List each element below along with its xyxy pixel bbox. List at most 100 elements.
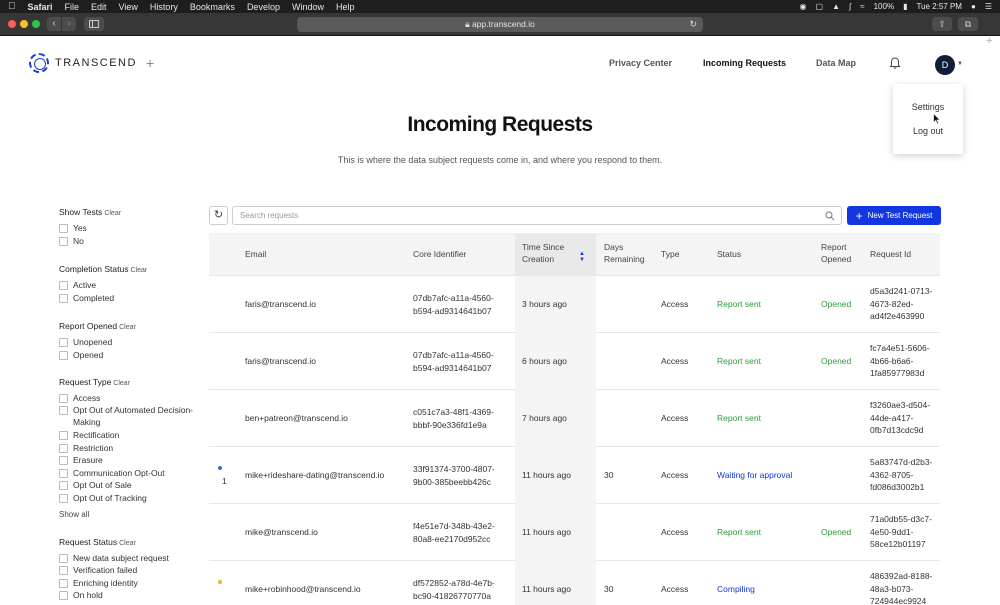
menu-history[interactable]: History	[150, 2, 178, 12]
col-header-email[interactable]: Email	[245, 248, 266, 260]
filter-option-access[interactable]: Access	[59, 393, 199, 404]
checkbox[interactable]	[59, 456, 68, 465]
col-header-type[interactable]: Type	[661, 248, 679, 260]
back-arrow-icon[interactable]: ‹	[47, 17, 61, 31]
checkbox[interactable]	[59, 444, 68, 453]
checkbox[interactable]	[59, 431, 68, 440]
filter-clear-completion-status[interactable]: Clear	[130, 267, 147, 274]
apple-icon[interactable]: 	[8, 1, 16, 12]
table-row[interactable]: mike+robinhood@transcend.io df572852-a78…	[209, 561, 940, 605]
menu-window[interactable]: Window	[292, 2, 324, 12]
search-input[interactable]	[240, 210, 810, 221]
filter-option-on-hold[interactable]: On hold	[59, 590, 199, 601]
checkbox[interactable]	[59, 338, 68, 347]
window-minimize-button[interactable]	[20, 20, 28, 28]
nav-incoming-requests[interactable]: Incoming Requests	[703, 58, 786, 68]
nav-data-map[interactable]: Data Map	[816, 58, 856, 68]
filter-option-opt-out-of-tracking[interactable]: Opt Out of Tracking	[59, 493, 199, 504]
checkbox[interactable]	[59, 469, 68, 478]
table-row[interactable]: mike@transcend.io f4e51e7d-348b-43e2- 80a…	[209, 504, 940, 561]
table-row[interactable]: faris@transcend.io 07db7afc-a11a-4560- b5…	[209, 333, 940, 390]
search-icon[interactable]	[825, 211, 835, 221]
transcend-logo[interactable]: TRANSCEND +	[29, 53, 154, 73]
menu-edit[interactable]: Edit	[91, 2, 107, 12]
menu-settings[interactable]: Settings	[893, 102, 963, 112]
add-plus-icon[interactable]: +	[146, 55, 154, 71]
filter-clear-show-tests[interactable]: Clear	[104, 210, 121, 217]
bell-icon[interactable]	[888, 56, 902, 70]
filter-option-completed[interactable]: Completed	[59, 293, 199, 304]
nav-privacy-center[interactable]: Privacy Center	[609, 58, 672, 68]
status-drive-icon[interactable]: ▲	[832, 2, 840, 11]
window-close-button[interactable]	[8, 20, 16, 28]
table-row[interactable]: 1 mike+rideshare-dating@transcend.io 33f…	[209, 447, 940, 504]
col-header-request-id[interactable]: Request Id	[870, 248, 911, 260]
table-row[interactable]: ben+patreon@transcend.io c051c7a3-48f1-4…	[209, 390, 940, 447]
new-test-request-button[interactable]: + New Test Request	[847, 206, 941, 225]
filter-option-yes[interactable]: Yes	[59, 223, 199, 234]
refresh-button[interactable]: ↻	[209, 206, 228, 225]
window-zoom-button[interactable]	[32, 20, 40, 28]
share-button[interactable]: ⇧	[932, 17, 952, 31]
filter-option-opt-out-automated-decision-making[interactable]: Opt Out of Automated Decision-Making	[45, 405, 195, 428]
filter-option-opt-out-of-sale[interactable]: Opt Out of Sale	[59, 480, 199, 491]
checkbox[interactable]	[59, 224, 68, 233]
sidebar-toggle-button[interactable]	[84, 17, 104, 31]
filter-clear-report-opened[interactable]: Clear	[119, 324, 136, 331]
col-header-days-remaining[interactable]: Days Remaining	[604, 241, 645, 265]
checkbox[interactable]	[59, 394, 68, 403]
battery-icon[interactable]: ▮	[903, 2, 907, 11]
checkbox[interactable]	[59, 494, 68, 503]
checkbox[interactable]	[59, 351, 68, 360]
forward-arrow-icon[interactable]: ›	[61, 17, 76, 31]
filter-clear-request-status[interactable]: Clear	[119, 540, 136, 547]
filter-option-new-data-subject-request[interactable]: New data subject request	[59, 553, 199, 564]
menu-bookmarks[interactable]: Bookmarks	[190, 2, 235, 12]
filter-option-communication-opt-out[interactable]: Communication Opt-Out	[59, 468, 199, 479]
status-screen-icon[interactable]: ▢	[816, 2, 824, 11]
filter-option-opened[interactable]: Opened	[59, 350, 199, 361]
filter-option-erasure[interactable]: Erasure	[59, 455, 199, 466]
filter-option-verification-failed[interactable]: Verification failed	[59, 565, 199, 576]
checkbox[interactable]	[59, 481, 68, 490]
checkbox[interactable]	[59, 294, 68, 303]
checkbox[interactable]	[59, 591, 68, 600]
control-center-icon[interactable]: ☰	[985, 2, 992, 11]
col-header-time-since-creation[interactable]: Time Since Creation	[522, 241, 564, 265]
address-bar[interactable]: 🔒︎ app.transcend.io ↻	[297, 17, 703, 32]
menu-view[interactable]: View	[119, 2, 138, 12]
show-all-request-types-link[interactable]: Show all	[59, 510, 89, 519]
col-header-core-identifier[interactable]: Core Identifier	[413, 248, 466, 260]
checkbox[interactable]	[59, 281, 68, 290]
menu-help[interactable]: Help	[336, 2, 355, 12]
status-record-icon[interactable]: ◉	[800, 2, 807, 11]
filter-option-unopened[interactable]: Unopened	[59, 337, 199, 348]
clock[interactable]: Tue 2:57 PM	[916, 2, 962, 11]
col-header-status[interactable]: Status	[717, 248, 741, 260]
reload-icon[interactable]: ↻	[689, 17, 697, 32]
checkbox[interactable]	[59, 554, 68, 563]
filter-option-label: New data subject request	[73, 553, 169, 563]
siri-icon[interactable]: ●	[971, 2, 976, 11]
tab-overview-button[interactable]: ⧉	[958, 17, 978, 31]
user-avatar[interactable]: D	[935, 55, 955, 75]
menu-develop[interactable]: Develop	[247, 2, 280, 12]
menu-app-name[interactable]: Safari	[28, 2, 53, 12]
cell-email: ben+patreon@transcend.io	[245, 413, 348, 423]
checkbox[interactable]	[59, 579, 68, 588]
sort-descending-icon[interactable]: ▲ ▼	[579, 251, 585, 263]
status-bluetooth-icon[interactable]: ∫	[849, 2, 851, 11]
filter-option-restriction[interactable]: Restriction	[59, 443, 199, 454]
table-row[interactable]: faris@transcend.io 07db7afc-a11a-4560- b5…	[209, 276, 940, 333]
filter-option-active[interactable]: Active	[59, 280, 199, 291]
menu-file[interactable]: File	[65, 2, 80, 12]
filter-clear-request-type[interactable]: Clear	[113, 380, 130, 387]
status-wifi-icon[interactable]: ≈	[860, 2, 864, 11]
filter-option-rectification[interactable]: Rectification	[59, 430, 199, 441]
col-header-report-opened[interactable]: Report Opened	[821, 241, 851, 265]
chevron-down-icon[interactable]: ▼	[957, 61, 963, 67]
checkbox[interactable]	[59, 566, 68, 575]
filter-option-enriching-identity[interactable]: Enriching identity	[59, 578, 199, 589]
checkbox[interactable]	[59, 237, 68, 246]
filter-option-no[interactable]: No	[59, 236, 199, 247]
